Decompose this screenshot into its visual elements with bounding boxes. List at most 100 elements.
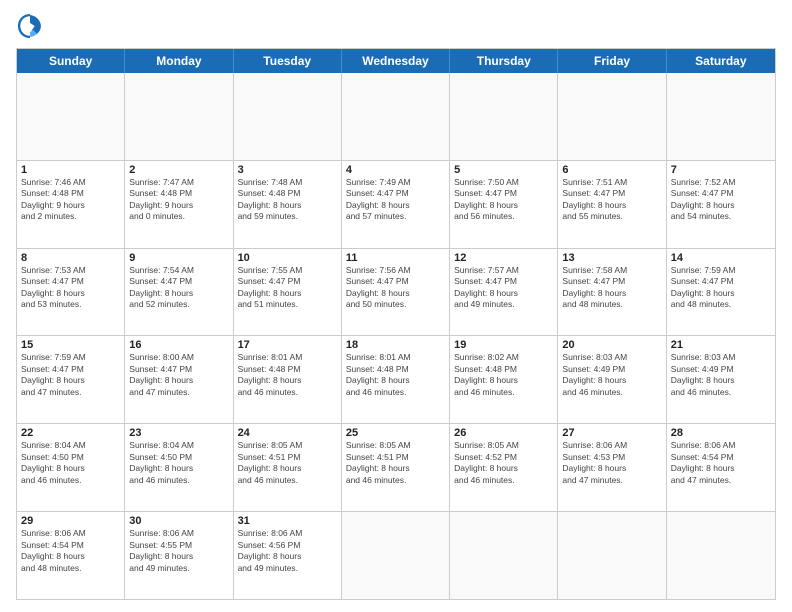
calendar-cell: 27Sunrise: 8:06 AM Sunset: 4:53 PM Dayli…: [558, 424, 666, 511]
day-info: Sunrise: 8:01 AM Sunset: 4:48 PM Dayligh…: [238, 352, 337, 398]
logo: [16, 12, 48, 40]
day-info: Sunrise: 8:04 AM Sunset: 4:50 PM Dayligh…: [129, 440, 228, 486]
calendar-week-row: [17, 73, 775, 161]
day-number: 20: [562, 339, 661, 351]
header: [16, 12, 776, 40]
day-number: 23: [129, 427, 228, 439]
day-number: 1: [21, 164, 120, 176]
day-number: 11: [346, 252, 445, 264]
day-info: Sunrise: 7:55 AM Sunset: 4:47 PM Dayligh…: [238, 265, 337, 311]
calendar-cell: 14Sunrise: 7:59 AM Sunset: 4:47 PM Dayli…: [667, 249, 775, 336]
calendar-cell: 5Sunrise: 7:50 AM Sunset: 4:47 PM Daylig…: [450, 161, 558, 248]
calendar-cell: [342, 512, 450, 599]
calendar-cell: 20Sunrise: 8:03 AM Sunset: 4:49 PM Dayli…: [558, 336, 666, 423]
calendar-cell: 9Sunrise: 7:54 AM Sunset: 4:47 PM Daylig…: [125, 249, 233, 336]
day-number: 7: [671, 164, 771, 176]
calendar-cell: 10Sunrise: 7:55 AM Sunset: 4:47 PM Dayli…: [234, 249, 342, 336]
calendar-cell: 24Sunrise: 8:05 AM Sunset: 4:51 PM Dayli…: [234, 424, 342, 511]
calendar-cell: 3Sunrise: 7:48 AM Sunset: 4:48 PM Daylig…: [234, 161, 342, 248]
calendar-cell: [667, 512, 775, 599]
day-number: 21: [671, 339, 771, 351]
day-info: Sunrise: 7:46 AM Sunset: 4:48 PM Dayligh…: [21, 177, 120, 223]
calendar-week-row: 1Sunrise: 7:46 AM Sunset: 4:48 PM Daylig…: [17, 161, 775, 249]
calendar-cell: 26Sunrise: 8:05 AM Sunset: 4:52 PM Dayli…: [450, 424, 558, 511]
calendar-cell: [450, 73, 558, 160]
day-number: 10: [238, 252, 337, 264]
calendar-cell: 11Sunrise: 7:56 AM Sunset: 4:47 PM Dayli…: [342, 249, 450, 336]
calendar-cell: 22Sunrise: 8:04 AM Sunset: 4:50 PM Dayli…: [17, 424, 125, 511]
calendar-cell: 31Sunrise: 8:06 AM Sunset: 4:56 PM Dayli…: [234, 512, 342, 599]
calendar-cell: 15Sunrise: 7:59 AM Sunset: 4:47 PM Dayli…: [17, 336, 125, 423]
day-info: Sunrise: 7:50 AM Sunset: 4:47 PM Dayligh…: [454, 177, 553, 223]
calendar-cell: 21Sunrise: 8:03 AM Sunset: 4:49 PM Dayli…: [667, 336, 775, 423]
weekday-header: Sunday: [17, 49, 125, 73]
calendar-body: 1Sunrise: 7:46 AM Sunset: 4:48 PM Daylig…: [17, 73, 775, 599]
day-info: Sunrise: 7:48 AM Sunset: 4:48 PM Dayligh…: [238, 177, 337, 223]
day-number: 18: [346, 339, 445, 351]
calendar-cell: 17Sunrise: 8:01 AM Sunset: 4:48 PM Dayli…: [234, 336, 342, 423]
day-info: Sunrise: 8:02 AM Sunset: 4:48 PM Dayligh…: [454, 352, 553, 398]
day-number: 16: [129, 339, 228, 351]
weekday-header: Thursday: [450, 49, 558, 73]
day-number: 29: [21, 515, 120, 527]
calendar-cell: [234, 73, 342, 160]
day-number: 3: [238, 164, 337, 176]
calendar-cell: 6Sunrise: 7:51 AM Sunset: 4:47 PM Daylig…: [558, 161, 666, 248]
calendar-cell: 7Sunrise: 7:52 AM Sunset: 4:47 PM Daylig…: [667, 161, 775, 248]
day-info: Sunrise: 8:05 AM Sunset: 4:52 PM Dayligh…: [454, 440, 553, 486]
day-number: 4: [346, 164, 445, 176]
calendar-cell: 23Sunrise: 8:04 AM Sunset: 4:50 PM Dayli…: [125, 424, 233, 511]
calendar: SundayMondayTuesdayWednesdayThursdayFrid…: [16, 48, 776, 600]
calendar-cell: [450, 512, 558, 599]
weekday-header: Saturday: [667, 49, 775, 73]
day-info: Sunrise: 7:59 AM Sunset: 4:47 PM Dayligh…: [21, 352, 120, 398]
page: SundayMondayTuesdayWednesdayThursdayFrid…: [0, 0, 792, 612]
day-info: Sunrise: 7:58 AM Sunset: 4:47 PM Dayligh…: [562, 265, 661, 311]
day-info: Sunrise: 8:06 AM Sunset: 4:53 PM Dayligh…: [562, 440, 661, 486]
day-number: 30: [129, 515, 228, 527]
calendar-cell: [17, 73, 125, 160]
day-number: 8: [21, 252, 120, 264]
calendar-cell: 19Sunrise: 8:02 AM Sunset: 4:48 PM Dayli…: [450, 336, 558, 423]
day-number: 13: [562, 252, 661, 264]
calendar-cell: 16Sunrise: 8:00 AM Sunset: 4:47 PM Dayli…: [125, 336, 233, 423]
day-number: 9: [129, 252, 228, 264]
calendar-cell: 29Sunrise: 8:06 AM Sunset: 4:54 PM Dayli…: [17, 512, 125, 599]
calendar-week-row: 15Sunrise: 7:59 AM Sunset: 4:47 PM Dayli…: [17, 336, 775, 424]
day-number: 14: [671, 252, 771, 264]
weekday-header: Monday: [125, 49, 233, 73]
day-number: 2: [129, 164, 228, 176]
day-info: Sunrise: 8:03 AM Sunset: 4:49 PM Dayligh…: [562, 352, 661, 398]
weekday-header: Wednesday: [342, 49, 450, 73]
calendar-header: SundayMondayTuesdayWednesdayThursdayFrid…: [17, 49, 775, 73]
day-info: Sunrise: 7:52 AM Sunset: 4:47 PM Dayligh…: [671, 177, 771, 223]
calendar-cell: [125, 73, 233, 160]
day-info: Sunrise: 8:05 AM Sunset: 4:51 PM Dayligh…: [346, 440, 445, 486]
day-info: Sunrise: 8:06 AM Sunset: 4:54 PM Dayligh…: [671, 440, 771, 486]
day-number: 31: [238, 515, 337, 527]
day-info: Sunrise: 8:04 AM Sunset: 4:50 PM Dayligh…: [21, 440, 120, 486]
calendar-cell: 4Sunrise: 7:49 AM Sunset: 4:47 PM Daylig…: [342, 161, 450, 248]
calendar-cell: 1Sunrise: 7:46 AM Sunset: 4:48 PM Daylig…: [17, 161, 125, 248]
calendar-cell: [558, 512, 666, 599]
calendar-cell: 8Sunrise: 7:53 AM Sunset: 4:47 PM Daylig…: [17, 249, 125, 336]
day-info: Sunrise: 8:06 AM Sunset: 4:56 PM Dayligh…: [238, 528, 337, 574]
day-number: 27: [562, 427, 661, 439]
day-info: Sunrise: 7:51 AM Sunset: 4:47 PM Dayligh…: [562, 177, 661, 223]
day-number: 24: [238, 427, 337, 439]
day-info: Sunrise: 7:59 AM Sunset: 4:47 PM Dayligh…: [671, 265, 771, 311]
logo-icon: [16, 12, 44, 40]
calendar-week-row: 8Sunrise: 7:53 AM Sunset: 4:47 PM Daylig…: [17, 249, 775, 337]
calendar-cell: 28Sunrise: 8:06 AM Sunset: 4:54 PM Dayli…: [667, 424, 775, 511]
weekday-header: Friday: [558, 49, 666, 73]
calendar-cell: 25Sunrise: 8:05 AM Sunset: 4:51 PM Dayli…: [342, 424, 450, 511]
day-number: 6: [562, 164, 661, 176]
day-number: 12: [454, 252, 553, 264]
day-info: Sunrise: 7:54 AM Sunset: 4:47 PM Dayligh…: [129, 265, 228, 311]
day-number: 26: [454, 427, 553, 439]
calendar-cell: [558, 73, 666, 160]
day-number: 5: [454, 164, 553, 176]
day-info: Sunrise: 8:01 AM Sunset: 4:48 PM Dayligh…: [346, 352, 445, 398]
day-info: Sunrise: 7:53 AM Sunset: 4:47 PM Dayligh…: [21, 265, 120, 311]
day-info: Sunrise: 7:47 AM Sunset: 4:48 PM Dayligh…: [129, 177, 228, 223]
